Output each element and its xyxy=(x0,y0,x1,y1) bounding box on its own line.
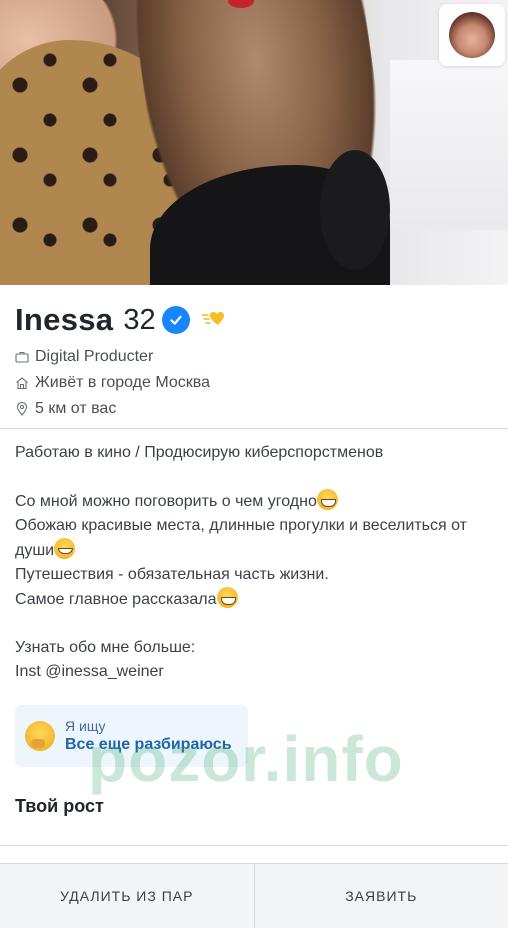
bio-text: Со мной можно поговорить о чем угодно xyxy=(15,493,317,510)
photo-arm xyxy=(320,150,390,270)
grin-emoji-icon xyxy=(317,489,338,510)
bio-text: души xyxy=(15,542,54,559)
profile-age: 32 xyxy=(123,304,155,337)
verified-icon xyxy=(164,308,188,332)
photo-background xyxy=(390,60,508,230)
distance-line: 5 км от вас xyxy=(15,396,495,422)
report-button[interactable]: ЗАЯВИТЬ xyxy=(255,864,508,928)
home-icon xyxy=(15,376,29,390)
job-text: Digital Producter xyxy=(35,348,153,366)
height-section-title: Твой рост xyxy=(15,796,104,817)
profile-header: Inessa 32 Digital Producter Живёт в горо… xyxy=(15,300,495,422)
bio-line: Самое главное рассказала xyxy=(15,587,500,612)
location-pin-icon xyxy=(15,402,29,416)
bio-line: Inst @inessa_weiner xyxy=(15,660,500,684)
bio-line: души xyxy=(15,538,500,563)
avatar xyxy=(449,12,495,58)
distance-text: 5 км от вас xyxy=(35,400,116,418)
name-row: Inessa 32 xyxy=(15,300,495,340)
bio-line: Со мной можно поговорить о чем угодно xyxy=(15,489,500,514)
bio-line: Узнать обо мне больше: xyxy=(15,636,500,660)
bio-text: Самое главное рассказала xyxy=(15,591,217,608)
bio-spacer xyxy=(15,465,500,489)
grin-emoji-icon xyxy=(217,587,238,608)
watermark: pozor.info xyxy=(88,722,404,796)
bio-spacer xyxy=(15,612,500,636)
super-like-heart-icon xyxy=(202,309,226,332)
bio-line: Путешествия - обязательная часть жизни. xyxy=(15,563,500,587)
bio-line: Обожаю красивые места, длинные прогулки … xyxy=(15,514,500,538)
profile-photo[interactable] xyxy=(0,0,508,285)
footer-actions: УДАЛИТЬ ИЗ ПАР ЗАЯВИТЬ xyxy=(0,863,508,928)
bio-section: Работаю в кино / Продюсирую киберспорстм… xyxy=(15,441,500,684)
city-line: Живёт в городе Москва xyxy=(15,370,495,396)
unmatch-button[interactable]: УДАЛИТЬ ИЗ ПАР xyxy=(0,864,254,928)
bio-line: Работаю в кино / Продюсирую киберспорстм… xyxy=(15,441,500,465)
job-line: Digital Producter xyxy=(15,344,495,370)
party-emoji-icon xyxy=(54,538,75,559)
avatar-thumbnail-button[interactable] xyxy=(439,4,505,66)
thinking-face-icon xyxy=(25,721,55,751)
briefcase-icon xyxy=(15,350,29,364)
profile-name: Inessa xyxy=(15,302,113,338)
divider xyxy=(0,428,508,429)
city-text: Живёт в городе Москва xyxy=(35,374,210,392)
divider xyxy=(0,845,508,846)
